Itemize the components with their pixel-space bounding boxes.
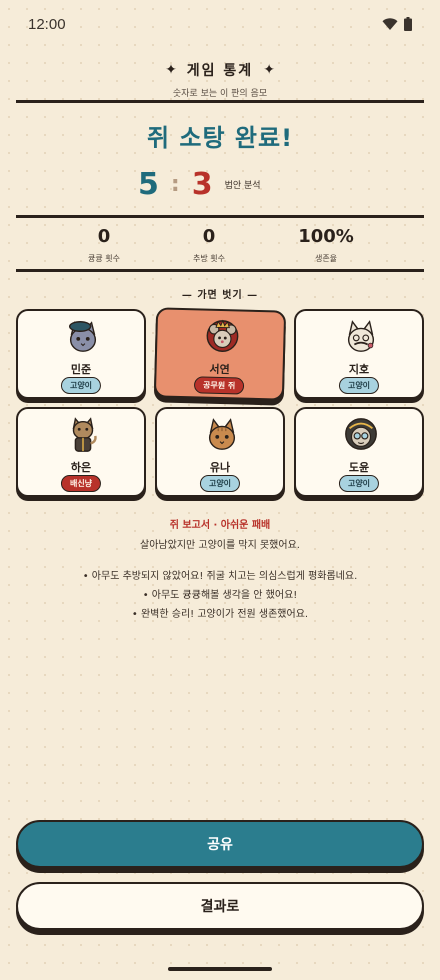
player-card-highlighted[interactable]: 서연 공무원 쥐 xyxy=(153,307,287,401)
player-card[interactable]: 민준 고양이 xyxy=(16,309,146,399)
report-subtitle: 살아남았지만 고양이를 막지 못했어요. xyxy=(140,540,300,551)
stat-label: 생존율 xyxy=(314,254,338,263)
player-name: 유나 xyxy=(209,461,231,474)
cat-suit-icon xyxy=(72,417,97,452)
mouse-score: 3 xyxy=(191,166,213,202)
stat-boops: 0 큥큥 횟수 xyxy=(44,226,164,264)
home-indicator[interactable] xyxy=(168,967,272,971)
cat-beret-icon xyxy=(68,321,97,352)
role-badge: 고양이 xyxy=(60,377,102,394)
reveal-section-title: — 가면 벗기 — xyxy=(181,290,259,301)
battery-icon xyxy=(404,17,412,31)
mouse-report: 쥐 보고서 · 아쉬운 패배 살아남았지만 고양이를 막지 못했어요. • 아무… xyxy=(0,516,440,624)
cat-score: 5 xyxy=(138,166,159,202)
report-title: 쥐 보고서 · 아쉬운 패배 xyxy=(169,520,271,531)
player-card[interactable]: 하은 배신냥 xyxy=(16,407,146,497)
role-badge: 배신냥 xyxy=(60,475,102,492)
stat-value: 0 xyxy=(202,226,216,247)
player-card[interactable]: 지호 고양이 xyxy=(294,309,424,399)
mouse-king-icon xyxy=(206,319,239,352)
star-ornament-right: ✦ xyxy=(263,62,275,78)
report-note: • 아무도 추방되지 않았어요! 쥐굴 치고는 의심스럽게 평화롭네요. xyxy=(82,571,358,582)
divider-top xyxy=(16,100,424,103)
status-time: 12:00 xyxy=(28,16,66,33)
role-badge: 고양이 xyxy=(338,377,380,394)
player-name: 지호 xyxy=(348,363,370,376)
player-name: 민준 xyxy=(70,363,92,376)
report-note: • 완벽한 승리! 고양이가 전원 생존했어요. xyxy=(131,609,309,620)
status-bar: 12:00 xyxy=(0,0,440,50)
stat-survival: 100% 생존율 xyxy=(266,226,386,264)
cat-plain-icon xyxy=(208,418,236,450)
player-card[interactable]: 도윤 고양이 xyxy=(294,407,424,497)
role-badge: 고양이 xyxy=(338,475,380,492)
cat-mustache-icon xyxy=(347,320,375,352)
star-ornament-left: ✦ xyxy=(165,62,177,78)
cat-hood-icon xyxy=(345,418,377,450)
wifi-icon xyxy=(382,17,398,31)
result-title: 쥐 소탕 완료! xyxy=(146,124,294,152)
role-badge: 공무원 쥐 xyxy=(193,376,245,395)
report-notes: • 아무도 추방되지 않았어요! 쥐굴 치고는 의심스럽게 평화롭네요. • 아… xyxy=(0,567,440,624)
stats-row: 0 큥큥 횟수 0 추방 횟수 100% 생존율 xyxy=(0,226,440,268)
divider-stats-bottom xyxy=(16,269,424,272)
score-row: 5 : 3 법안 분석 xyxy=(138,164,261,204)
player-name: 도윤 xyxy=(348,461,370,474)
player-name: 하은 xyxy=(70,461,92,474)
page-title: 게임 통계 xyxy=(186,63,254,79)
header-title-row: ✦ 게임 통계 ✦ xyxy=(0,60,440,80)
divider-stats-top xyxy=(16,215,424,218)
report-note: • 아무도 큥큥해볼 생각을 안 했어요! xyxy=(142,590,298,601)
stat-exiles: 0 추방 횟수 xyxy=(149,226,269,264)
status-icons xyxy=(382,17,412,31)
page-subtitle: 숫자로 보는 이 판의 음모 xyxy=(172,89,268,99)
stat-value: 100% xyxy=(298,226,354,247)
player-card[interactable]: 유나 고양이 xyxy=(155,407,285,497)
back-to-results-button[interactable]: 결과로 xyxy=(16,882,424,930)
stat-value: 0 xyxy=(97,226,111,247)
score-separator: : xyxy=(170,171,180,197)
stat-label: 추방 횟수 xyxy=(193,254,225,263)
player-name: 서연 xyxy=(209,362,230,377)
stat-label: 큥큥 횟수 xyxy=(88,254,120,263)
stats-header: ✦ 게임 통계 ✦ 숫자로 보는 이 판의 음모 xyxy=(0,60,440,99)
role-badge: 고양이 xyxy=(199,475,241,492)
share-button[interactable]: 공유 xyxy=(16,820,424,868)
score-label: 법안 분석 xyxy=(224,180,261,191)
